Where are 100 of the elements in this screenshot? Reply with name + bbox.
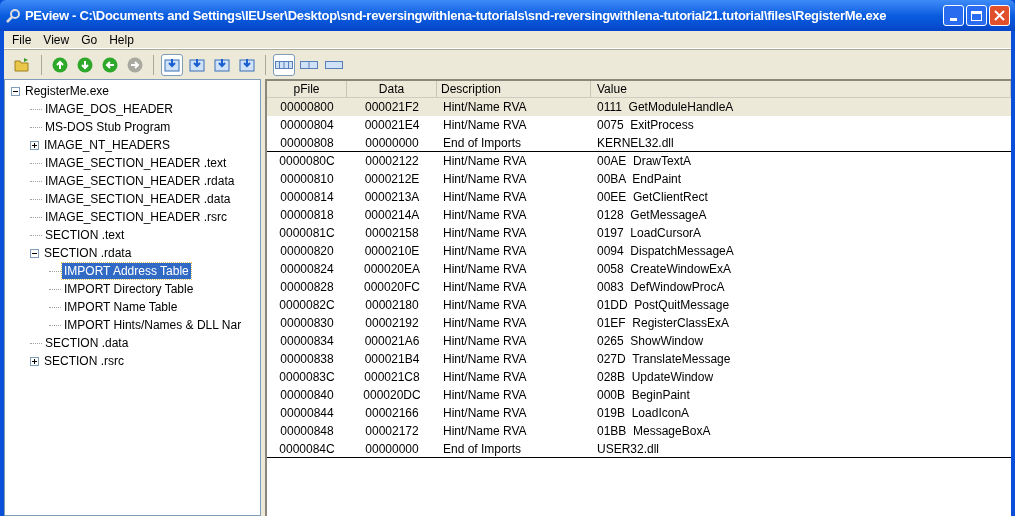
- expand-toggle[interactable]: [30, 140, 39, 150]
- table-row[interactable]: 0000083C 000021C8 Hint/Name RVA 028B UpdateWindow: [267, 368, 1011, 386]
- table-cell-text: 0000082C: [278, 297, 336, 314]
- table-row[interactable]: 0000082C 00002180 Hint/Name RVA 01DD PostQuitMessage: [267, 296, 1011, 314]
- tree-item[interactable]: IMAGE_SECTION_HEADER .rsrc: [43, 209, 230, 225]
- table-cell-text: 0000210E: [363, 243, 421, 260]
- table-cell-text: 0000084C: [278, 440, 336, 458]
- table-cell-text: 0058 CreateWindowExA: [596, 261, 733, 278]
- table-cell-text: 000021F2: [363, 99, 420, 116]
- table-cell-text: 000020FC: [362, 279, 421, 296]
- close-button[interactable]: [989, 5, 1010, 26]
- table-cell-text: USER32.dll: [596, 440, 661, 458]
- tree-item[interactable]: IMAGE_SECTION_HEADER .rdata: [43, 173, 237, 189]
- table-cell-text: 00000814: [279, 189, 335, 206]
- table-cell-text: 00000830: [279, 315, 335, 332]
- collapse-toggle[interactable]: [11, 86, 20, 96]
- table-row[interactable]: 00000848 00002172 Hint/Name RVA 01BB MessageBoxA: [267, 422, 1011, 440]
- menu-item[interactable]: View: [37, 30, 76, 49]
- table-row[interactable]: 00000800 000021F2 Hint/Name RVA 0111 GetModuleHandleA: [267, 98, 1011, 116]
- table-row[interactable]: 00000814 0000213A Hint/Name RVA 00EE GetClientRect: [267, 188, 1011, 206]
- tree-item[interactable]: IMPORT Name Table: [62, 299, 180, 315]
- columns-tool-button[interactable]: [273, 53, 295, 76]
- column-header[interactable]: pFile: [267, 81, 347, 97]
- download-box-icon: [189, 56, 205, 73]
- close-icon: [994, 10, 1005, 21]
- tree-item[interactable]: IMPORT Address Table: [62, 263, 191, 279]
- tree-item[interactable]: SECTION .rsrc: [42, 353, 126, 369]
- menu-item[interactable]: File: [6, 30, 38, 49]
- tree-item[interactable]: IMAGE_SECTION_HEADER .data: [43, 191, 233, 207]
- table-row[interactable]: 0000080C 00002122 Hint/Name RVA 00AE DrawTextA: [267, 152, 1011, 170]
- table-cell-text: 000020EA: [362, 261, 422, 278]
- table-row[interactable]: 00000844 00002166 Hint/Name RVA 019B LoadIconA: [267, 404, 1011, 422]
- table-cell-text: Hint/Name RVA: [442, 243, 528, 260]
- table-cell-text: Hint/Name RVA: [442, 351, 528, 368]
- table-cell-text: 00BA EndPaint: [596, 171, 683, 188]
- tree-item[interactable]: IMAGE_DOS_HEADER: [43, 101, 176, 117]
- tree-item[interactable]: MS-DOS Stub Program: [43, 119, 173, 135]
- tree-item[interactable]: SECTION .rdata: [42, 245, 134, 261]
- collapse-toggle[interactable]: [30, 248, 39, 258]
- table-cell-text: 00000000: [364, 134, 420, 152]
- table-row[interactable]: 0000081C 00002158 Hint/Name RVA 0197 LoadCursorA: [267, 224, 1011, 242]
- table-cell-text: 000B BeginPaint: [596, 387, 691, 404]
- table-cell-text: 00000800: [279, 99, 335, 116]
- table-cell-text: 000020DC: [362, 387, 422, 404]
- expand-toggle[interactable]: [30, 356, 39, 366]
- table-cell-text: 0000081C: [278, 225, 336, 242]
- menu-item[interactable]: Help: [103, 30, 140, 49]
- table-cell-text: 0000214A: [363, 207, 421, 224]
- table-cell-text: End of Imports: [442, 134, 523, 152]
- table-cell-text: 00000824: [279, 261, 335, 278]
- table-cell-text: Hint/Name RVA: [442, 423, 528, 440]
- tree-item[interactable]: SECTION .data: [43, 335, 131, 351]
- download-box-tool-button[interactable]: [161, 53, 183, 76]
- table-cell-text: Hint/Name RVA: [442, 225, 528, 242]
- table-row[interactable]: 00000808 00000000 End of Imports KERNEL32.dll: [267, 134, 1011, 152]
- tree-item[interactable]: IMAGE_SECTION_HEADER .text: [43, 155, 229, 171]
- magnifier-icon: [5, 7, 21, 24]
- table-row[interactable]: 00000818 0000214A Hint/Name RVA 0128 GetMessageA: [267, 206, 1011, 224]
- table-cell-text: 00002166: [364, 405, 420, 422]
- table-cell-text: Hint/Name RVA: [442, 369, 528, 386]
- table-cell-text: 01DD PostQuitMessage: [596, 297, 731, 314]
- minimize-button[interactable]: [943, 5, 964, 26]
- table-row[interactable]: 00000810 0000212E Hint/Name RVA 00BA EndPaint: [267, 170, 1011, 188]
- tree-item[interactable]: IMAGE_NT_HEADERS: [42, 137, 173, 153]
- table-row[interactable]: 00000824 000020EA Hint/Name RVA 0058 CreateWindowExA: [267, 260, 1011, 278]
- table-cell-text: 000021C8: [363, 369, 421, 386]
- menu-item[interactable]: Go: [75, 30, 104, 49]
- table-row[interactable]: 00000804 000021E4 Hint/Name RVA 0075 ExitProcess: [267, 116, 1011, 134]
- table-cell-text: Hint/Name RVA: [442, 315, 528, 332]
- table-cell-text: 027D TranslateMessage: [596, 351, 732, 368]
- table-row[interactable]: 00000828 000020FC Hint/Name RVA 0083 DefWindowProcA: [267, 278, 1011, 296]
- table-cell-text: 00002192: [364, 315, 420, 332]
- tree-item[interactable]: IMPORT Hints/Names & DLL Nar: [62, 317, 244, 333]
- table-cell-text: 0128 GetMessageA: [596, 207, 708, 224]
- table-cell-text: Hint/Name RVA: [442, 99, 528, 116]
- table-cell-text: 00002158: [364, 225, 420, 242]
- table-cell-text: Hint/Name RVA: [442, 207, 528, 224]
- column-header[interactable]: Data: [347, 81, 437, 97]
- table-row[interactable]: 0000084C 00000000 End of Imports USER32.dll: [267, 440, 1011, 458]
- tree-item[interactable]: IMPORT Directory Table: [62, 281, 196, 297]
- table-cell-text: 00000840: [279, 387, 335, 404]
- table-cell-text: KERNEL32.dll: [596, 134, 675, 152]
- table-row[interactable]: 00000838 000021B4 Hint/Name RVA 027D TranslateMessage: [267, 350, 1011, 368]
- download-box-icon: [214, 56, 230, 73]
- column-header[interactable]: Value: [591, 81, 1011, 97]
- table-row[interactable]: 00000820 0000210E Hint/Name RVA 0094 DispatchMessageA: [267, 242, 1011, 260]
- table-row[interactable]: 00000834 000021A6 Hint/Name RVA 0265 ShowWindow: [267, 332, 1011, 350]
- window-title: PEview - C:\Documents and Settings\IEUser\Desktop\snd-reversingwithlena-tutorials\snd-reversingwithlena-tutorial21.tutorial\files\RegisterMe.exe: [25, 6, 887, 25]
- column-header[interactable]: Description: [437, 81, 591, 97]
- tree-item[interactable]: RegisterMe.exe: [23, 83, 112, 99]
- table-cell-text: Hint/Name RVA: [442, 387, 528, 404]
- table-row[interactable]: 00000840 000020DC Hint/Name RVA 000B BeginPaint: [267, 386, 1011, 404]
- table-cell-text: 00000808: [279, 134, 335, 152]
- tree-item[interactable]: SECTION .text: [43, 227, 127, 243]
- table-cell-text: 000021A6: [363, 333, 421, 350]
- table-row[interactable]: 00000830 00002192 Hint/Name RVA 01EF RegisterClassExA: [267, 314, 1011, 332]
- maximize-button[interactable]: [966, 5, 987, 26]
- table-cell-text: 0000212E: [363, 171, 421, 188]
- columns-icon: [325, 60, 343, 69]
- table-cell-text: 00000828: [279, 279, 335, 296]
